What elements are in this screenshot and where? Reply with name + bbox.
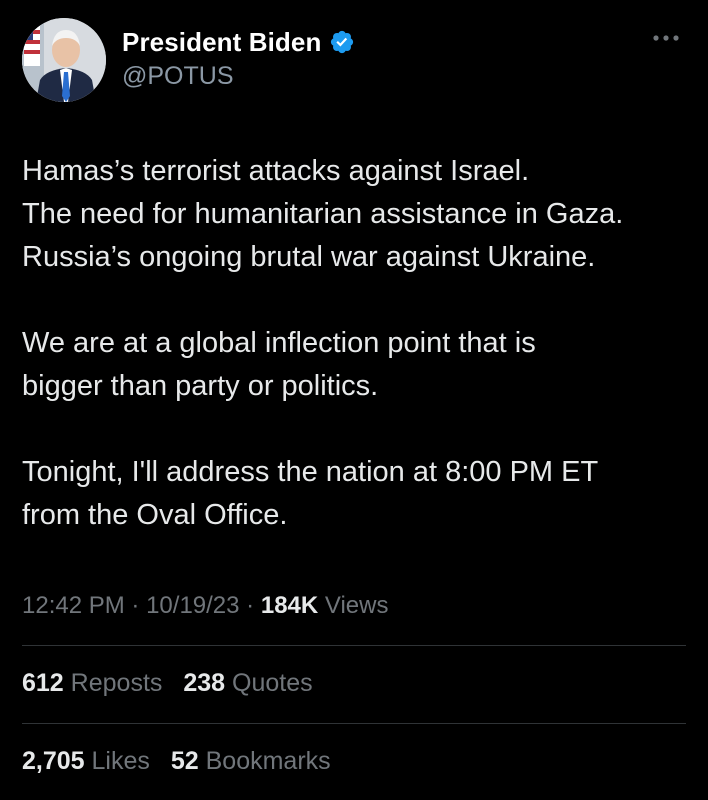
bookmarks-stat[interactable]: 52 Bookmarks [171, 747, 331, 775]
more-options-icon[interactable] [652, 28, 680, 48]
tweet-time[interactable]: 12:42 PM [22, 592, 125, 619]
divider [22, 723, 686, 724]
author-block: President Biden @POTUS [122, 24, 355, 91]
engagement-row-1: 612 Reposts 238 Quotes [22, 669, 327, 698]
quotes-label: Quotes [232, 669, 313, 697]
reposts-label: Reposts [70, 669, 163, 697]
tweet-line: Hamas’s terrorist attacks against Israel… [22, 155, 530, 187]
tweet-date[interactable]: 10/19/23 [146, 592, 239, 619]
profile-photo [22, 18, 106, 102]
likes-label: Likes [91, 747, 150, 775]
divider [22, 645, 686, 646]
handle[interactable]: @POTUS [122, 62, 355, 91]
name-row: President Biden [122, 24, 355, 60]
tweet-line: The need for humanitarian assistance in … [22, 198, 624, 230]
tweet-line: from the Oval Office. [22, 499, 288, 531]
avatar[interactable] [22, 18, 106, 102]
bookmarks-label: Bookmarks [205, 747, 331, 775]
tweet-detail: President Biden @POTUS Hamas’s terrorist… [0, 0, 708, 800]
meta-separator: · [246, 592, 255, 619]
engagement-row-2: 2,705 Likes 52 Bookmarks [22, 747, 345, 776]
likes-count: 2,705 [22, 747, 85, 775]
quotes-stat[interactable]: 238 Quotes [183, 669, 312, 697]
likes-stat[interactable]: 2,705 Likes [22, 747, 150, 775]
reposts-count: 612 [22, 669, 64, 697]
tweet-line: Russia’s ongoing brutal war against Ukra… [22, 241, 596, 273]
paragraph-break [22, 408, 692, 451]
display-name[interactable]: President Biden [122, 27, 321, 58]
paragraph-break [22, 279, 692, 322]
tweet-line: We are at a global inflection point that… [22, 327, 536, 359]
views-count[interactable]: 184K [261, 592, 318, 619]
verified-badge-icon[interactable] [329, 29, 355, 55]
tweet-line: bigger than party or politics. [22, 370, 379, 402]
quotes-count: 238 [183, 669, 226, 697]
views-label: Views [324, 592, 389, 619]
meta-separator: · [131, 592, 140, 619]
bookmarks-count: 52 [170, 747, 199, 775]
tweet-text: Hamas’s terrorist attacks against Israel… [22, 150, 692, 537]
tweet-line: Tonight, I'll address the nation at 8:00… [22, 456, 599, 488]
reposts-stat[interactable]: 612 Reposts [22, 669, 162, 697]
tweet-meta: 12:42 PM · 10/19/23 · 184K Views [22, 592, 388, 620]
